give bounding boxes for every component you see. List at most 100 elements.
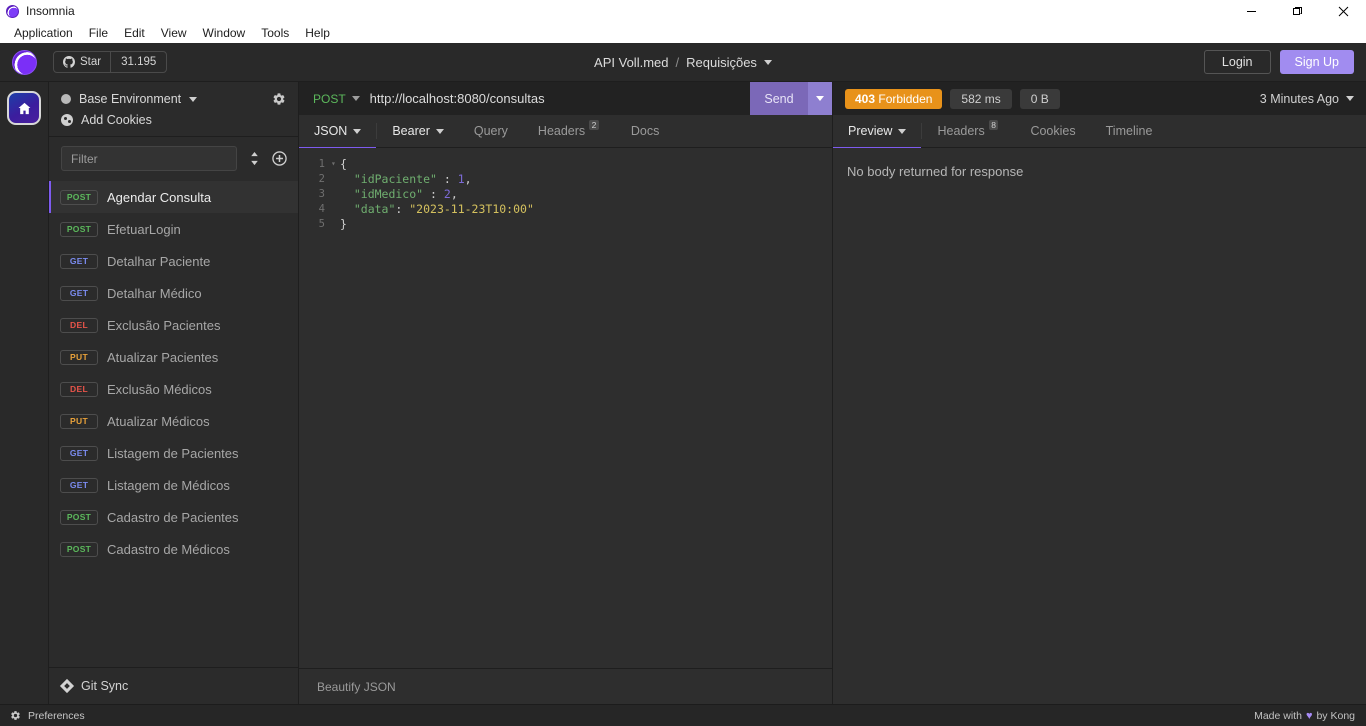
sort-icon: [251, 151, 258, 166]
beautify-json-button[interactable]: Beautify JSON: [299, 668, 832, 704]
close-icon[interactable]: [1320, 0, 1366, 22]
window-controls: [1228, 0, 1366, 22]
request-list-item[interactable]: POST Cadastro de Pacientes: [49, 501, 298, 533]
response-pane: 403 Forbidden 582 ms 0 B 3 Minutes Ago P…: [833, 82, 1366, 704]
add-request-button[interactable]: [272, 151, 287, 166]
breadcrumb-workspace[interactable]: API Voll.med: [594, 55, 668, 70]
git-sync-button[interactable]: Git Sync: [49, 667, 298, 704]
home-button[interactable]: [7, 91, 41, 125]
git-sync-label: Git Sync: [81, 679, 129, 693]
status-bar: Preferences Made with ♥ by Kong: [0, 704, 1366, 726]
code-text: "data": "2023-11-23T10:00": [340, 201, 534, 216]
signup-button[interactable]: Sign Up: [1279, 50, 1354, 74]
sort-button[interactable]: [247, 151, 262, 166]
request-name-label: Cadastro de Médicos: [107, 541, 230, 557]
request-pane: POST http://localhost:8080/consultas Sen…: [299, 82, 833, 704]
request-list-item[interactable]: PUT Atualizar Médicos: [49, 405, 298, 437]
send-button[interactable]: Send: [750, 82, 808, 115]
environment-selector[interactable]: Base Environment: [49, 90, 298, 108]
breadcrumb: API Voll.med / Requisições: [594, 55, 772, 70]
environment-settings-button[interactable]: [272, 92, 286, 106]
method-selector[interactable]: POST: [299, 82, 370, 115]
response-tabs: Preview Headers 8 Cookies Timeline: [833, 115, 1366, 148]
menu-application[interactable]: Application: [6, 25, 81, 41]
tab-cookies[interactable]: Cookies: [1015, 115, 1090, 147]
request-list-item[interactable]: DEL Exclusão Médicos: [49, 373, 298, 405]
chevron-down-icon: [1346, 96, 1354, 101]
request-method-label: POST: [313, 91, 346, 106]
menu-view[interactable]: View: [153, 25, 195, 41]
made-with-suffix: by Kong: [1316, 709, 1355, 722]
request-body-editor[interactable]: 1 ▾{2 "idPaciente" : 1, 3 "idMedico" : 2, 4…: [299, 148, 832, 668]
maximize-icon[interactable]: [1274, 0, 1320, 22]
request-list-item[interactable]: DEL Exclusão Pacientes: [49, 309, 298, 341]
url-bar: POST http://localhost:8080/consultas Sen…: [299, 82, 832, 115]
request-method-badge: POST: [60, 541, 98, 557]
request-name-label: Agendar Consulta: [107, 189, 212, 205]
add-cookies-label: Add Cookies: [81, 113, 152, 127]
filter-input[interactable]: [61, 146, 237, 171]
request-list-item[interactable]: POST Cadastro de Médicos: [49, 533, 298, 565]
tab-label: Docs: [630, 124, 660, 138]
add-cookies-button[interactable]: Add Cookies: [49, 108, 298, 127]
request-list-item[interactable]: POST EfetuarLogin: [49, 213, 298, 245]
tab-headers[interactable]: Headers 2: [523, 115, 616, 147]
request-list-item[interactable]: GET Listagem de Médicos: [49, 469, 298, 501]
chevron-down-icon: [898, 128, 907, 134]
login-button[interactable]: Login: [1203, 50, 1271, 74]
filter-bar: [49, 137, 298, 180]
tab-query[interactable]: Query: [459, 115, 523, 147]
menu-edit[interactable]: Edit: [116, 25, 153, 41]
tab-json[interactable]: JSON: [299, 115, 377, 148]
url-input[interactable]: http://localhost:8080/consultas: [370, 82, 750, 115]
breadcrumb-page[interactable]: Requisições: [686, 55, 757, 70]
send-options-button[interactable]: [808, 82, 832, 115]
tab-docs[interactable]: Docs: [616, 115, 674, 147]
git-sync-icon: [59, 678, 75, 694]
sidebar: Base Environment Add Cookies Filter POST…: [49, 82, 299, 704]
github-star-count: 31.195: [110, 52, 166, 72]
request-method-badge: GET: [60, 253, 98, 269]
response-body: No body returned for response: [847, 164, 1024, 179]
response-time: 582 ms: [950, 88, 1012, 109]
request-name-label: Atualizar Médicos: [107, 413, 210, 429]
request-method-badge: DEL: [60, 317, 98, 333]
code-line: 2 "idPaciente" : 1,: [299, 171, 832, 186]
app-shell: Star 31.195 API Voll.med / Requisições L…: [0, 43, 1366, 726]
request-list-item[interactable]: PUT Atualizar Pacientes: [49, 341, 298, 373]
made-with-prefix: Made with: [1254, 709, 1302, 722]
tab-timeline[interactable]: Timeline: [1091, 115, 1168, 147]
request-list-item[interactable]: GET Listagem de Pacientes: [49, 437, 298, 469]
github-star-button[interactable]: Star: [54, 52, 110, 72]
github-icon: [63, 56, 75, 68]
minimize-icon[interactable]: [1228, 0, 1274, 22]
tab-label: Headers: [537, 124, 586, 138]
menu-help[interactable]: Help: [297, 25, 338, 41]
menu-window[interactable]: Window: [195, 25, 254, 41]
request-method-badge: POST: [60, 509, 98, 525]
request-list-item[interactable]: GET Detalhar Paciente: [49, 245, 298, 277]
preferences-button[interactable]: Preferences: [0, 710, 85, 722]
tab-preview[interactable]: Preview: [833, 115, 922, 148]
tab-headers[interactable]: Headers 8: [922, 115, 1015, 147]
code-text: "idMedico" : 2,: [340, 186, 458, 201]
response-history-selector[interactable]: 3 Minutes Ago: [1260, 92, 1354, 106]
menu-tools[interactable]: Tools: [253, 25, 297, 41]
main-body: Base Environment Add Cookies Filter POST…: [0, 82, 1366, 704]
response-size: 0 B: [1019, 88, 1060, 109]
app-header: Star 31.195 API Voll.med / Requisições L…: [0, 43, 1366, 82]
fold-toggle-icon[interactable]: ▾: [331, 159, 340, 168]
chevron-down-icon[interactable]: [763, 59, 772, 65]
request-method-badge: POST: [60, 221, 98, 237]
request-name-label: Detalhar Paciente: [107, 253, 211, 269]
menu-file[interactable]: File: [81, 25, 116, 41]
request-list-item[interactable]: POST Agendar Consulta: [49, 181, 298, 213]
line-number: 5: [318, 217, 325, 230]
line-number: 3: [318, 187, 325, 200]
line-number: 4: [318, 202, 325, 215]
code-text: "idPaciente" : 1,: [340, 171, 472, 186]
response-timestamp: 3 Minutes Ago: [1259, 91, 1339, 106]
tab-bearer[interactable]: Bearer: [377, 115, 459, 147]
request-list-item[interactable]: GET Detalhar Médico: [49, 277, 298, 309]
github-star-widget[interactable]: Star 31.195: [53, 51, 168, 73]
